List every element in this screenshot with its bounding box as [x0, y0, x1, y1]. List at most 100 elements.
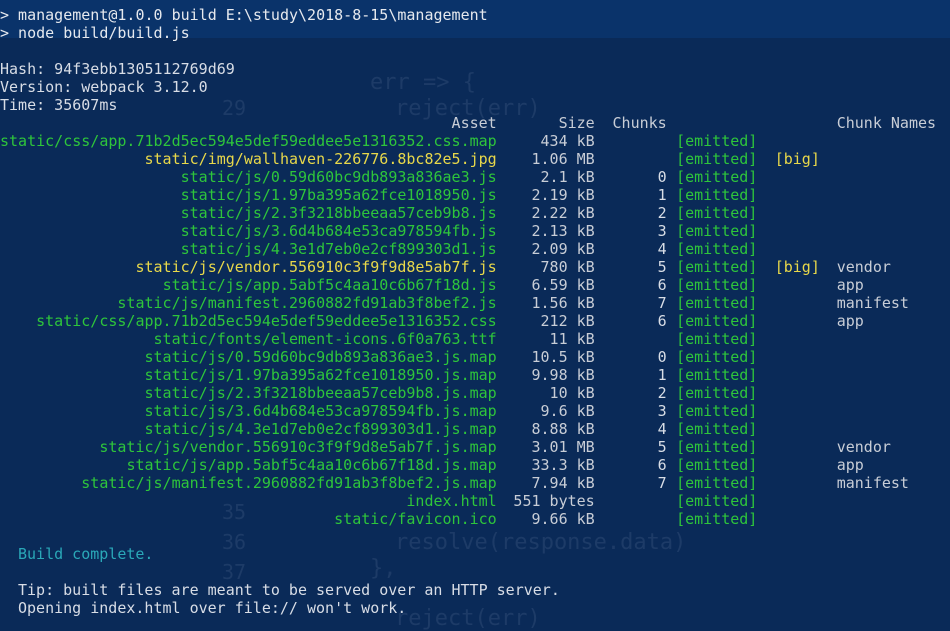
asset-chunk-name: manifest — [836, 474, 909, 492]
tip-line-2: Opening index.html over file:// won't wo… — [18, 599, 407, 617]
asset-emitted: [emitted] — [676, 510, 758, 528]
asset-chunk-name: app — [836, 312, 864, 330]
asset-big-flag — [767, 474, 827, 492]
asset-chunk: 1 — [657, 366, 667, 384]
asset-chunk-name — [827, 168, 947, 186]
asset-chunk-name — [827, 492, 947, 510]
asset-chunk: 6 — [657, 276, 667, 294]
asset-name: static/js/vendor.556910c3f9f9d8e5ab7f.js… — [99, 438, 497, 456]
asset-name: static/js/vendor.556910c3f9f9d8e5ab7f.js — [135, 258, 497, 276]
asset-size: 551 bytes — [513, 492, 595, 510]
asset-chunk: 3 — [657, 222, 667, 240]
asset-big-flag — [767, 348, 827, 366]
asset-row: static/js/3.6d4b684e53ca978594fb.js.map 9… — [0, 402, 947, 420]
asset-size: 2.19 kB — [531, 186, 595, 204]
asset-row: static/js/1.97ba395a62fce1018950.js.map 9… — [0, 366, 947, 384]
asset-emitted: [emitted] — [676, 366, 758, 384]
asset-row: static/css/app.71b2d5ec594e5def59eddee5e… — [0, 312, 947, 330]
asset-emitted: [emitted] — [676, 402, 758, 420]
asset-name: static/css/app.71b2d5ec594e5def59eddee5e… — [0, 132, 497, 150]
asset-big-flag — [767, 510, 827, 528]
asset-size: 212 kB — [540, 312, 595, 330]
asset-big-flag — [767, 366, 827, 384]
asset-emitted: [emitted] — [676, 204, 758, 222]
header-chunk-names: Chunk Names — [836, 114, 937, 132]
asset-emitted: [emitted] — [676, 420, 758, 438]
asset-name: static/js/manifest.2960882fd91ab3f8bef2.… — [117, 294, 497, 312]
asset-size: 434 kB — [540, 132, 595, 150]
asset-size: 9.98 kB — [531, 366, 595, 384]
asset-chunk-name — [827, 186, 947, 204]
asset-name: static/js/0.59d60bc9db893a836ae3.js — [180, 168, 497, 186]
build-complete-message: Build complete. — [18, 545, 154, 563]
asset-name: static/js/app.5abf5c4aa10c6b67f18d.js — [162, 276, 497, 294]
asset-emitted: [emitted] — [676, 474, 758, 492]
header-asset: Asset — [451, 114, 497, 132]
asset-chunk: 5 — [657, 258, 667, 276]
asset-chunk-name — [827, 222, 947, 240]
asset-emitted: [emitted] — [676, 186, 758, 204]
asset-row: static/js/app.5abf5c4aa10c6b67f18d.js 6.5… — [0, 276, 947, 294]
asset-row: static/css/app.71b2d5ec594e5def59eddee5e… — [0, 132, 947, 150]
asset-size: 33.3 kB — [531, 456, 595, 474]
asset-size: 2.09 kB — [531, 240, 595, 258]
asset-row: static/js/vendor.556910c3f9f9d8e5ab7f.js… — [0, 438, 947, 456]
version-line: Version: webpack 3.12.0 — [0, 78, 208, 96]
asset-size: 2.1 kB — [540, 168, 595, 186]
asset-emitted: [emitted] — [676, 222, 758, 240]
asset-row: index.html 551 bytes [emitted] — [0, 492, 947, 510]
asset-chunk: 6 — [657, 456, 667, 474]
asset-row: static/favicon.ico 9.66 kB [emitted] — [0, 510, 947, 528]
command-line-1: > management@1.0.0 build E:\study\2018-8… — [0, 6, 488, 24]
asset-big-flag — [767, 222, 827, 240]
assets-header-row: Asset Size Chunks Chunk Names — [0, 114, 947, 132]
asset-chunk: 0 — [657, 168, 667, 186]
asset-name: static/js/app.5abf5c4aa10c6b67f18d.js.ma… — [126, 456, 497, 474]
asset-chunk: 3 — [657, 402, 667, 420]
asset-name: static/js/4.3e1d7eb0e2cf899303d1.js.map — [144, 420, 497, 438]
asset-name: static/fonts/element-icons.6f0a763.ttf — [153, 330, 497, 348]
asset-row: static/js/1.97ba395a62fce1018950.js 2.19 … — [0, 186, 947, 204]
asset-big-flag — [767, 402, 827, 420]
asset-chunk: 2 — [657, 204, 667, 222]
asset-chunk-name — [827, 510, 947, 528]
asset-size: 3.01 MB — [531, 438, 595, 456]
assets-table: Asset Size Chunks Chunk Names static/css… — [0, 114, 947, 528]
asset-row: static/fonts/element-icons.6f0a763.ttf 11… — [0, 330, 947, 348]
asset-emitted: [emitted] — [676, 438, 758, 456]
asset-row: static/js/app.5abf5c4aa10c6b67f18d.js.ma… — [0, 456, 947, 474]
asset-name: static/js/2.3f3218bbeeaa57ceb9b8.js.map — [144, 384, 497, 402]
hash-line: Hash: 94f3ebb1305112769d69 — [0, 60, 235, 78]
asset-row: static/js/manifest.2960882fd91ab3f8bef2.… — [0, 294, 947, 312]
command-line-2: > node build/build.js — [0, 24, 190, 42]
asset-chunk: 4 — [657, 420, 667, 438]
asset-emitted: [emitted] — [676, 258, 758, 276]
asset-chunk: 6 — [657, 312, 667, 330]
asset-size: 6.59 kB — [531, 276, 595, 294]
asset-row: static/js/2.3f3218bbeeaa57ceb9b8.js 2.22 … — [0, 204, 947, 222]
asset-chunk: 0 — [657, 348, 667, 366]
asset-name: static/js/3.6d4b684e53ca978594fb.js.map — [144, 402, 497, 420]
asset-emitted: [emitted] — [676, 312, 758, 330]
asset-chunk-name — [827, 132, 947, 150]
asset-emitted: [emitted] — [676, 330, 758, 348]
asset-chunk — [595, 330, 667, 348]
header-chunks: Chunks — [612, 114, 667, 132]
asset-chunk-name — [827, 330, 947, 348]
asset-size: 2.22 kB — [531, 204, 595, 222]
asset-name: static/js/4.3e1d7eb0e2cf899303d1.js — [180, 240, 497, 258]
asset-name: index.html — [406, 492, 497, 510]
asset-emitted: [emitted] — [676, 132, 758, 150]
asset-chunk-name — [827, 420, 947, 438]
asset-chunk: 2 — [657, 384, 667, 402]
asset-big-flag — [767, 240, 827, 258]
tip-line-1: Tip: built files are meant to be served … — [18, 581, 560, 599]
asset-emitted: [emitted] — [676, 384, 758, 402]
asset-emitted: [emitted] — [676, 348, 758, 366]
asset-size: 8.88 kB — [531, 420, 595, 438]
asset-big-flag — [767, 294, 827, 312]
asset-size: 9.66 kB — [531, 510, 595, 528]
asset-name: static/css/app.71b2d5ec594e5def59eddee5e… — [36, 312, 497, 330]
asset-size: 9.6 kB — [540, 402, 595, 420]
asset-emitted: [emitted] — [676, 150, 758, 168]
